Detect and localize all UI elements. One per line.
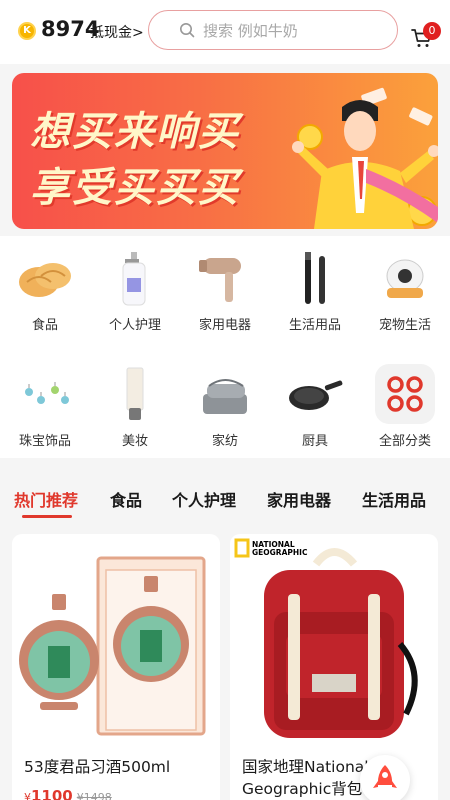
recommendation-tabs: 热门推荐 食品 个人护理 家用电器 生活用品 bbox=[0, 472, 450, 524]
top-bar: K 8974 抵现金> 0 bbox=[0, 0, 450, 64]
app-page: K 8974 抵现金> 0 想买来响买 享受买买买 bbox=[0, 0, 450, 800]
category-label: 厨具 bbox=[301, 434, 328, 449]
tab-daily-goods[interactable]: 生活用品 bbox=[362, 487, 426, 511]
electric-toothbrush-icon bbox=[305, 252, 325, 304]
backpack-image: NATIONAL GEOGRAPHIC bbox=[234, 538, 418, 738]
tab-personal-care[interactable]: 个人护理 bbox=[172, 487, 236, 511]
category-kitchenware[interactable]: 厨具 bbox=[270, 352, 360, 452]
category-label: 个人护理 bbox=[108, 318, 161, 333]
banner-headline-1: 想买来响买 bbox=[30, 109, 240, 155]
frying-pan-icon bbox=[289, 380, 343, 410]
category-label: 家用电器 bbox=[198, 318, 251, 333]
category-food[interactable]: 食品 bbox=[0, 236, 90, 336]
product-card[interactable]: 53度君品习酒500ml ¥1100 ¥1498 bbox=[12, 534, 220, 800]
banner-headline-2: 享受买买买 bbox=[30, 165, 240, 211]
category-label: 生活用品 bbox=[288, 318, 341, 333]
price-currency: ¥ bbox=[24, 791, 31, 800]
category-jewelry[interactable]: 珠宝饰品 bbox=[0, 352, 90, 452]
points-redeem-link[interactable]: 抵现金> bbox=[90, 22, 144, 42]
original-price: ¥1498 bbox=[76, 791, 112, 800]
promo-banner[interactable]: 想买来响买 享受买买买 bbox=[12, 73, 438, 229]
category-makeup[interactable]: 美妆 bbox=[90, 352, 180, 452]
category-all[interactable]: 全部分类 bbox=[360, 352, 450, 452]
back-to-top-button[interactable] bbox=[360, 755, 410, 800]
product-name: 53度君品习酒500ml bbox=[24, 758, 171, 776]
category-label: 珠宝饰品 bbox=[18, 434, 71, 449]
biscuit-icon bbox=[19, 263, 71, 297]
search-bar[interactable] bbox=[148, 10, 398, 50]
rocket-icon bbox=[373, 765, 397, 788]
category-daily-goods[interactable]: 生活用品 bbox=[270, 236, 360, 336]
category-label: 家纺 bbox=[211, 434, 238, 449]
active-tab-indicator bbox=[22, 515, 72, 518]
earrings-icon bbox=[25, 382, 69, 404]
hair-dryer-icon bbox=[199, 258, 241, 302]
category-home-textiles[interactable]: 家纺 bbox=[180, 352, 270, 452]
lotion-bottle-icon bbox=[122, 252, 146, 306]
search-input[interactable] bbox=[203, 20, 383, 42]
search-icon bbox=[180, 23, 195, 38]
tab-hot[interactable]: 热门推荐 bbox=[14, 487, 78, 511]
tab-home-appliances[interactable]: 家用电器 bbox=[267, 487, 331, 511]
shopper-illustration bbox=[292, 87, 438, 229]
category-pet-life[interactable]: 宠物生活 bbox=[360, 236, 450, 336]
liquor-bottle-image bbox=[19, 556, 206, 736]
category-label: 食品 bbox=[31, 318, 58, 333]
category-label: 宠物生活 bbox=[378, 318, 431, 333]
all-categories-icon bbox=[375, 364, 435, 424]
category-label: 美妆 bbox=[121, 434, 148, 449]
svg-text:GEOGRAPHIC: GEOGRAPHIC bbox=[252, 548, 308, 557]
category-label: 全部分类 bbox=[378, 434, 431, 449]
cart-count-badge: 0 bbox=[423, 22, 441, 40]
coin-icon: K bbox=[18, 22, 36, 40]
cosmetic-tube-icon bbox=[126, 367, 144, 420]
category-grid: 食品 个人护理 家用电器 生活用品 宠物生活 珠宝饰品 美妆 家纺 厨具 全部分… bbox=[0, 236, 450, 458]
price-row: ¥1100 ¥1498 bbox=[24, 786, 112, 800]
category-personal-care[interactable]: 个人护理 bbox=[90, 236, 180, 336]
blanket-icon bbox=[203, 379, 247, 414]
tab-food[interactable]: 食品 bbox=[110, 487, 142, 511]
product-price: 1100 bbox=[31, 787, 73, 800]
category-home-appliances[interactable]: 家用电器 bbox=[180, 236, 270, 336]
pet-house-icon bbox=[386, 259, 424, 298]
